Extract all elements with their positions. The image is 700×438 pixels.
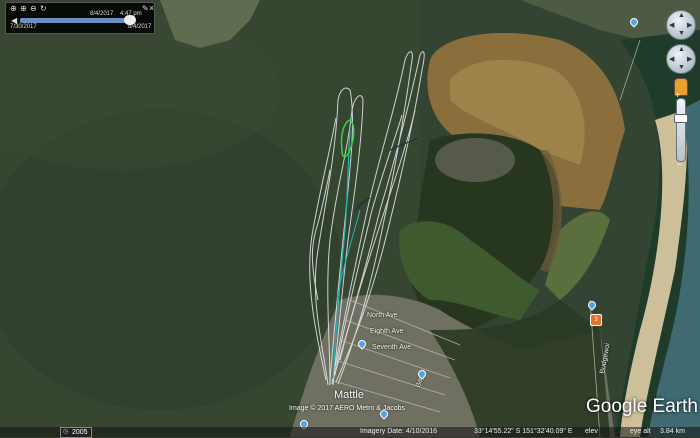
- eye-alt-value: 3.84 km: [660, 428, 685, 435]
- status-bar: Imagery Date: 4/10/2016 33°14'55.22" S 1…: [0, 427, 700, 437]
- zoom-slider[interactable]: [676, 98, 686, 162]
- street-label-north-ave: North Ave: [367, 312, 398, 319]
- zoom-in-icon[interactable]: ⊕: [20, 4, 27, 13]
- street-label-seventh-ave: Seventh Ave: [372, 344, 412, 351]
- loop-icon[interactable]: ↻: [40, 4, 47, 13]
- end-date: 8/4/2017: [128, 24, 152, 30]
- zoom-minus-icon[interactable]: −: [677, 159, 682, 169]
- start-date: 7/30/2017: [10, 24, 37, 30]
- historical-imagery-button[interactable]: ◷ 2005: [60, 427, 92, 438]
- imagery-date-label: Imagery Date: 4/10/2016: [360, 428, 438, 435]
- move-icon[interactable]: ▲ ▼ ◀ ▶: [666, 44, 696, 74]
- time-slider-panel: ⊕ ⊕ ⊖ ↻ ✎ × 8/4/2017 4:47 pm ◀ 7/30/2017…: [5, 2, 155, 34]
- zoom-icon[interactable]: ⊕: [10, 4, 17, 13]
- eye-alt-label: eye alt: [630, 428, 651, 435]
- navigation-controls: ▲ ▼ ◀ ▶ ▲ ▼ ◀ ▶ + −: [658, 2, 700, 262]
- street-label-eighth-ave: Eighth Ave: [370, 328, 404, 335]
- time-slider-track[interactable]: [20, 18, 130, 23]
- historical-imagery-year: 2005: [72, 429, 88, 436]
- coordinates-readout: 33°14'55.22" S 151°32'40.09" E: [474, 428, 573, 435]
- close-icon[interactable]: ×: [149, 3, 154, 13]
- satellite-map[interactable]: [0, 0, 700, 437]
- hill-top: [435, 138, 515, 182]
- zoom-out-icon[interactable]: ⊖: [30, 4, 37, 13]
- route-shield: 3: [590, 314, 602, 326]
- current-date: 8/4/2017: [90, 11, 114, 17]
- imagery-attribution: Image © 2017 AERO Metro & Jacobs: [289, 405, 406, 412]
- elevation-label: elev: [585, 428, 598, 435]
- google-earth-logo: Google Earth: [586, 396, 698, 417]
- zoom-slider-handle[interactable]: [674, 114, 688, 123]
- look-around-icon[interactable]: ▲ ▼ ◀ ▶: [666, 10, 696, 40]
- place-label: Mattle: [334, 389, 364, 401]
- clock-icon: ◷: [63, 429, 69, 435]
- settings-wrench-icon[interactable]: ✎: [142, 4, 149, 13]
